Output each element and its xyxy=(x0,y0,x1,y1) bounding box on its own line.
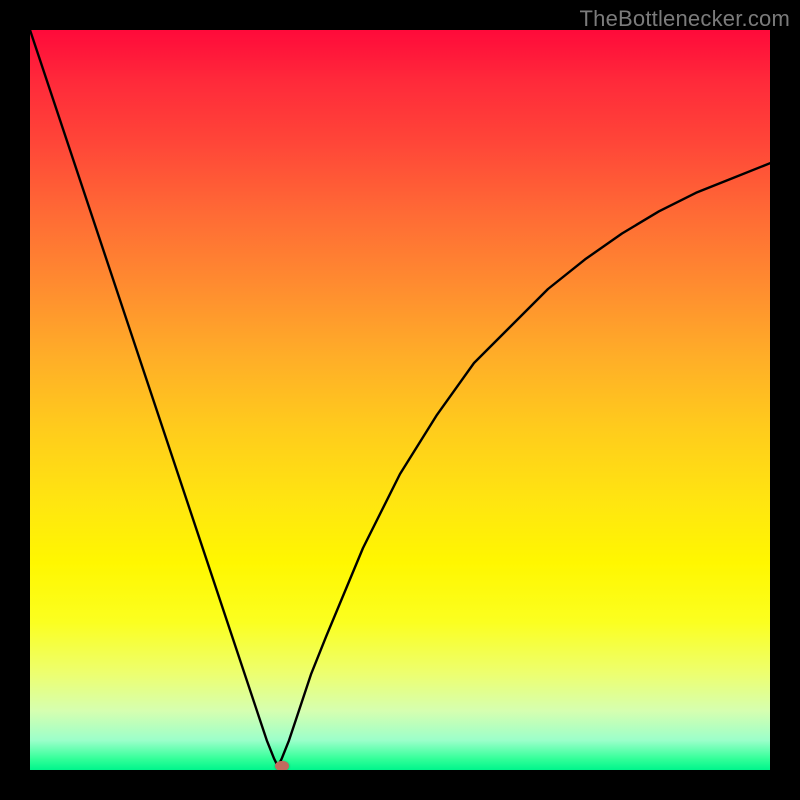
bottleneck-curve xyxy=(30,30,770,770)
chart-frame: TheBottlenecker.com xyxy=(0,0,800,800)
minimum-marker xyxy=(275,761,289,770)
plot-area xyxy=(30,30,770,770)
watermark-text: TheBottlenecker.com xyxy=(580,6,790,32)
